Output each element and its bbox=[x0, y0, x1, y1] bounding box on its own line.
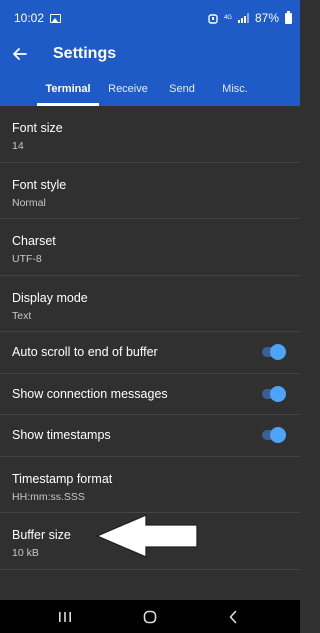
back-nav-button[interactable] bbox=[213, 600, 253, 633]
setting-font-size[interactable]: Font size 14 bbox=[0, 106, 300, 163]
switch-thumb bbox=[270, 427, 286, 444]
setting-charset[interactable]: Charset UTF-8 bbox=[0, 219, 300, 276]
status-bar: 10:02 4G 87% bbox=[0, 0, 300, 36]
switch-thumb bbox=[270, 385, 286, 402]
setting-font-style[interactable]: Font style Normal bbox=[0, 163, 300, 219]
switch-thumb bbox=[270, 344, 286, 361]
settings-list: Font size 14 Font style Normal Charset U… bbox=[0, 106, 300, 570]
setting-value: Text bbox=[12, 309, 32, 322]
setting-value: 14 bbox=[12, 140, 24, 152]
setting-auto-scroll[interactable]: Auto scroll to end of buffer bbox=[0, 332, 300, 374]
signal-icon bbox=[237, 13, 249, 23]
status-left: 10:02 bbox=[14, 11, 62, 25]
home-button[interactable] bbox=[130, 600, 170, 633]
setting-label: Display mode bbox=[12, 290, 88, 305]
status-time: 10:02 bbox=[14, 11, 45, 25]
back-chevron-icon bbox=[229, 610, 237, 623]
page-title: Settings bbox=[53, 45, 117, 62]
arrow-back-icon bbox=[13, 48, 27, 60]
setting-label: Show timestamps bbox=[12, 428, 111, 443]
setting-show-timestamps[interactable]: Show timestamps bbox=[0, 415, 300, 457]
setting-label: Timestamp format bbox=[12, 471, 113, 486]
connection-messages-switch[interactable] bbox=[260, 385, 286, 402]
timestamps-switch[interactable] bbox=[260, 427, 286, 444]
app-bar: Settings bbox=[0, 36, 300, 72]
setting-value: HH:mm:ss.SSS bbox=[12, 490, 85, 503]
setting-show-connection-messages[interactable]: Show connection messages bbox=[0, 374, 300, 415]
network-type: 4G bbox=[223, 15, 232, 21]
recent-apps-icon bbox=[59, 611, 71, 622]
setting-display-mode[interactable]: Display mode Text bbox=[0, 276, 300, 332]
recent-apps-button[interactable] bbox=[45, 600, 85, 633]
auto-scroll-switch[interactable] bbox=[260, 344, 286, 361]
tab-receive[interactable]: Receive bbox=[102, 72, 154, 106]
tab-terminal[interactable]: Terminal bbox=[37, 72, 99, 106]
gallery-notification-icon bbox=[50, 13, 62, 23]
tab-bar: Terminal Receive Send Misc. bbox=[0, 72, 300, 106]
battery-percent: 87% bbox=[254, 11, 279, 25]
setting-label: Auto scroll to end of buffer bbox=[12, 345, 158, 360]
system-nav-bar bbox=[0, 600, 300, 633]
setting-label: Charset bbox=[12, 234, 56, 248]
setting-value: Normal bbox=[12, 196, 46, 209]
setting-timestamp-format[interactable]: Timestamp format HH:mm:ss.SSS bbox=[0, 457, 300, 513]
setting-label: Font size bbox=[12, 121, 63, 135]
setting-label: Font style bbox=[12, 177, 67, 192]
back-button[interactable] bbox=[0, 36, 40, 72]
annotation-arrow-icon bbox=[95, 514, 198, 558]
tab-misc[interactable]: Misc. bbox=[210, 72, 260, 106]
setting-value: UTF-8 bbox=[12, 253, 42, 265]
home-icon bbox=[143, 610, 157, 623]
setting-label: Show connection messages bbox=[12, 386, 168, 401]
tab-send[interactable]: Send bbox=[160, 72, 204, 106]
battery-icon bbox=[285, 10, 292, 24]
status-right: 4G 87% bbox=[208, 10, 292, 25]
alarm-icon bbox=[208, 13, 218, 24]
